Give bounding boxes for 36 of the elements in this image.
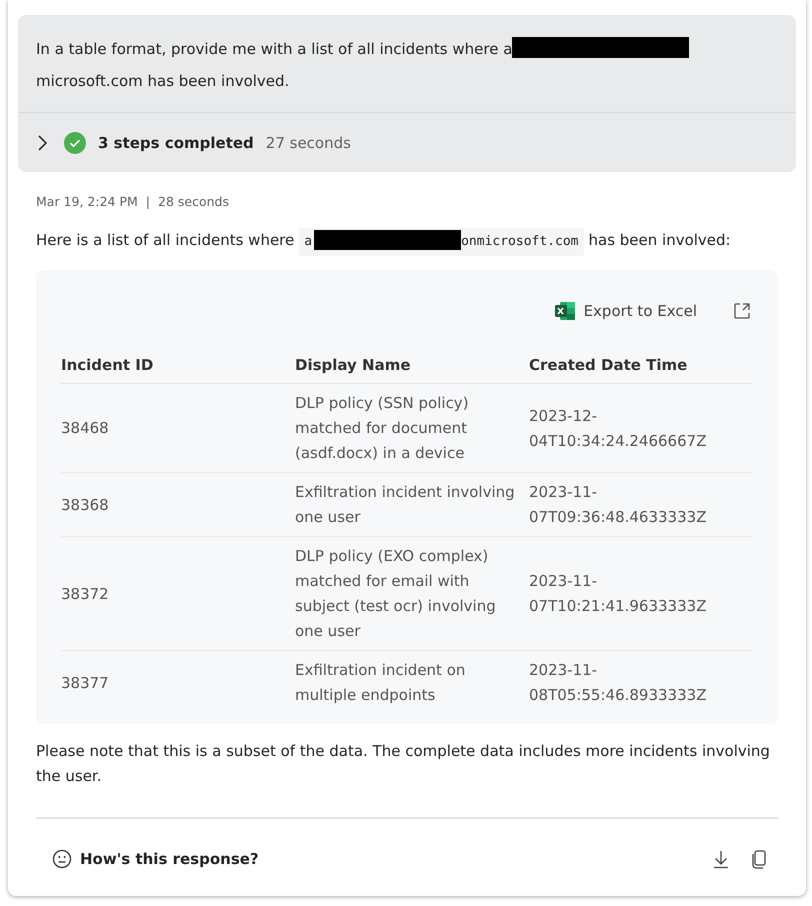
export-button[interactable]: Export to Excel <box>554 301 697 321</box>
expand-icon[interactable] <box>733 302 751 320</box>
table-cell: 38468 <box>61 384 295 473</box>
spreadsheet-icon <box>554 301 576 321</box>
code-text: onmicrosoft.com <box>461 234 578 249</box>
separator: | <box>146 194 150 209</box>
table-cell: 2023-11-07T09:36:48.4633333Z <box>529 473 753 537</box>
table-cell: 38372 <box>61 537 295 651</box>
prompt-text: microsoft.com has been involved. <box>36 72 290 90</box>
table-cell: Exfiltration incident involving one user <box>295 473 529 537</box>
steps-duration: 27 seconds <box>266 134 351 152</box>
prompt-text: In a table format, provide me with a list of all incidents where a <box>36 40 512 58</box>
steps-label: 3 steps completed <box>98 134 254 152</box>
neutral-face-icon <box>52 849 72 869</box>
chevron-icon[interactable] <box>36 134 48 152</box>
copy-icon[interactable] <box>750 849 768 869</box>
download-icon[interactable] <box>712 849 730 869</box>
column-header: Created Date Time <box>529 350 753 384</box>
table-cell-text: 38377 <box>61 672 110 694</box>
table-cell: DLP policy (EXO complex) matched for email with subject (test ocr) involving one user <box>295 537 529 651</box>
check-circle-icon <box>64 132 86 154</box>
code-text: a <box>304 234 312 249</box>
table-cell-text: Exfiltration incident on multiple endpoints <box>295 660 466 706</box>
table-cell: 2023-12-04T10:34:24.2466667Z <box>529 384 753 473</box>
table-cell: 38368 <box>61 473 295 537</box>
table-cell: DLP policy (SSN policy) matched for document (asdf.docx) in a device <box>295 384 529 473</box>
note-text: Please note that this is a subset of the data. The complete data includes more incidents involving the user. <box>36 741 771 787</box>
response-text: Here is a list of all incidents where <box>36 231 294 249</box>
response-text: has been involved: <box>588 231 731 249</box>
table-cell: 2023-11-07T10:21:41.9633333Z <box>529 537 753 651</box>
column-header: Display Name <box>295 350 529 384</box>
table-cell-text: 2023-11-08T05:55:46.8933333Z <box>529 660 708 706</box>
elapsed-time: 28 seconds <box>158 194 229 209</box>
column-header: Incident ID <box>61 350 295 384</box>
feedback-button[interactable]: How's this response? <box>52 849 259 869</box>
timestamp: Mar 19, 2:24 PM <box>36 194 138 209</box>
